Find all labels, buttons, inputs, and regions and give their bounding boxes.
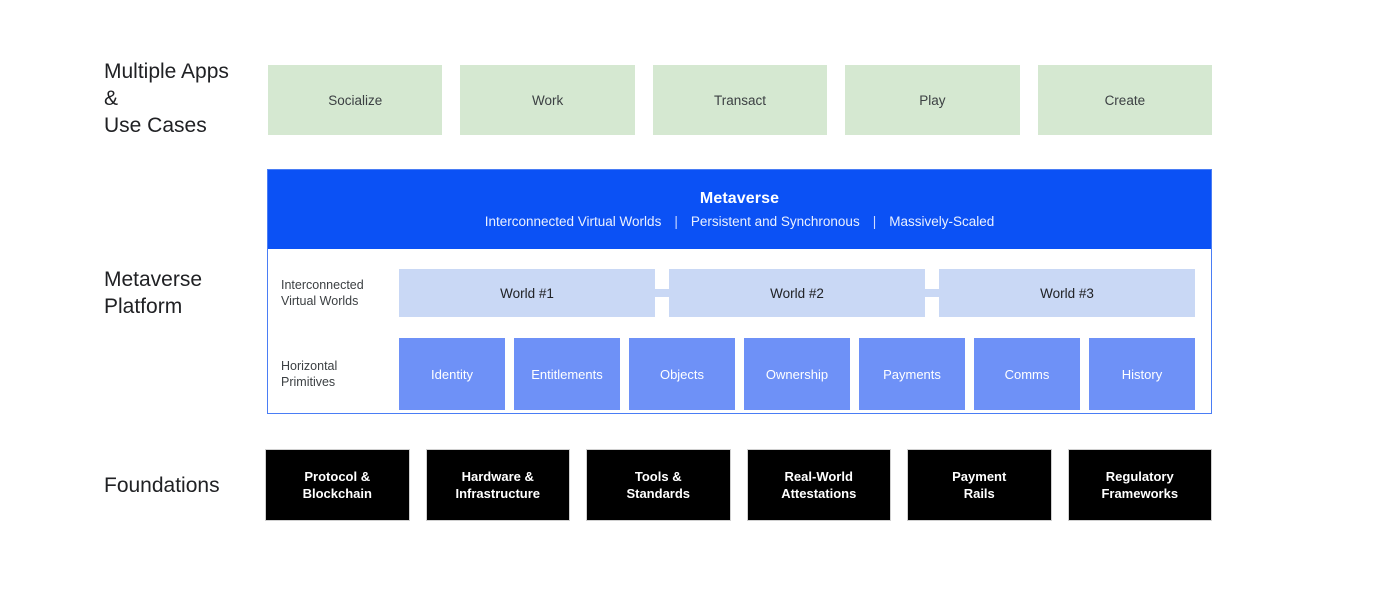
foundation-card-real-world-attestations[interactable]: Real-World Attestations (746, 449, 891, 521)
metaverse-subtitle: Interconnected Virtual Worlds | Persiste… (485, 214, 995, 229)
primitive-label: Objects (659, 366, 705, 382)
world-label: World #2 (770, 285, 824, 301)
app-card-label: Work (531, 92, 564, 108)
apps-use-cases-row: Socialize Work Transact Play Create (268, 65, 1213, 135)
world-box-2[interactable]: World #2 (669, 269, 925, 317)
world-connector-1-2 (655, 289, 669, 297)
metaverse-subtitle-part-1: Interconnected Virtual Worlds (484, 214, 662, 229)
app-card-create[interactable]: Create (1037, 65, 1213, 135)
metaverse-title: Metaverse (699, 190, 780, 207)
diagram-canvas: Multiple Apps & Use Cases Socialize Work… (0, 0, 1379, 594)
primitive-box-payments[interactable]: Payments (859, 338, 965, 410)
app-card-label: Transact (714, 92, 767, 108)
primitive-box-ownership[interactable]: Ownership (744, 338, 850, 410)
foundations-row: Protocol & Blockchain Hardware & Infrast… (265, 449, 1212, 521)
metaverse-platform-container: Metaverse Interconnected Virtual Worlds … (267, 169, 1212, 414)
metaverse-header-banner: Metaverse Interconnected Virtual Worlds … (268, 170, 1211, 249)
primitive-label: Comms (1004, 366, 1050, 382)
horizontal-primitives-section: Horizontal Primitives Identity Entitleme… (268, 329, 1211, 415)
subtitle-separator: | (674, 214, 678, 229)
foundation-card-tools-standards[interactable]: Tools & Standards (586, 449, 731, 521)
metaverse-subtitle-part-2: Persistent and Synchronous (690, 214, 860, 229)
primitive-box-history[interactable]: History (1089, 338, 1195, 410)
primitive-label: Ownership (765, 366, 829, 382)
app-card-socialize[interactable]: Socialize (268, 65, 443, 135)
section-label-virtual-worlds: Interconnected Virtual Worlds (281, 278, 364, 308)
world-box-1[interactable]: World #1 (399, 269, 655, 317)
subtitle-separator: | (872, 214, 877, 229)
primitive-label: Entitlements (531, 366, 603, 382)
primitive-box-objects[interactable]: Objects (629, 338, 735, 410)
primitive-label: Identity (431, 366, 473, 382)
primitives-list: Identity Entitlements Objects Ownership … (399, 333, 1211, 415)
app-card-label: Socialize (328, 92, 383, 108)
app-card-label: Create (1104, 92, 1146, 108)
world-box-3[interactable]: World #3 (939, 269, 1195, 317)
worlds-list: World #1 World #2 World #3 (399, 257, 1211, 329)
row-label-metaverse-platform: Metaverse Platform (104, 268, 203, 318)
primitive-box-identity[interactable]: Identity (399, 338, 505, 410)
primitive-box-comms[interactable]: Comms (974, 338, 1080, 410)
world-label: World #3 (1040, 285, 1094, 301)
row-label-apps-use-cases: Multiple Apps & Use Cases (104, 60, 229, 137)
foundation-card-regulatory-frameworks[interactable]: Regulatory Frameworks (1067, 449, 1212, 521)
app-card-transact[interactable]: Transact (652, 65, 828, 135)
row-label-foundations: Foundations (104, 474, 220, 497)
world-label: World #1 (500, 285, 554, 301)
primitive-label: Payments (883, 366, 941, 382)
primitive-label: History (1121, 366, 1163, 382)
section-label-horizontal-primitives: Horizontal Primitives (281, 359, 338, 389)
world-connector-2-3 (925, 289, 939, 297)
app-card-label: Play (919, 92, 946, 108)
foundation-card-protocol-blockchain[interactable]: Protocol & Blockchain (265, 449, 410, 521)
foundation-card-hardware-infrastructure[interactable]: Hardware & Infrastructure (425, 449, 570, 521)
interconnected-virtual-worlds-section: Interconnected Virtual Worlds World #1 W… (268, 249, 1211, 329)
metaverse-subtitle-part-3: Massively-Scaled (889, 214, 995, 229)
app-card-play[interactable]: Play (845, 65, 1020, 135)
foundation-card-payment-rails[interactable]: Payment Rails (907, 449, 1052, 521)
app-card-work[interactable]: Work (460, 65, 635, 135)
primitive-box-entitlements[interactable]: Entitlements (514, 338, 620, 410)
